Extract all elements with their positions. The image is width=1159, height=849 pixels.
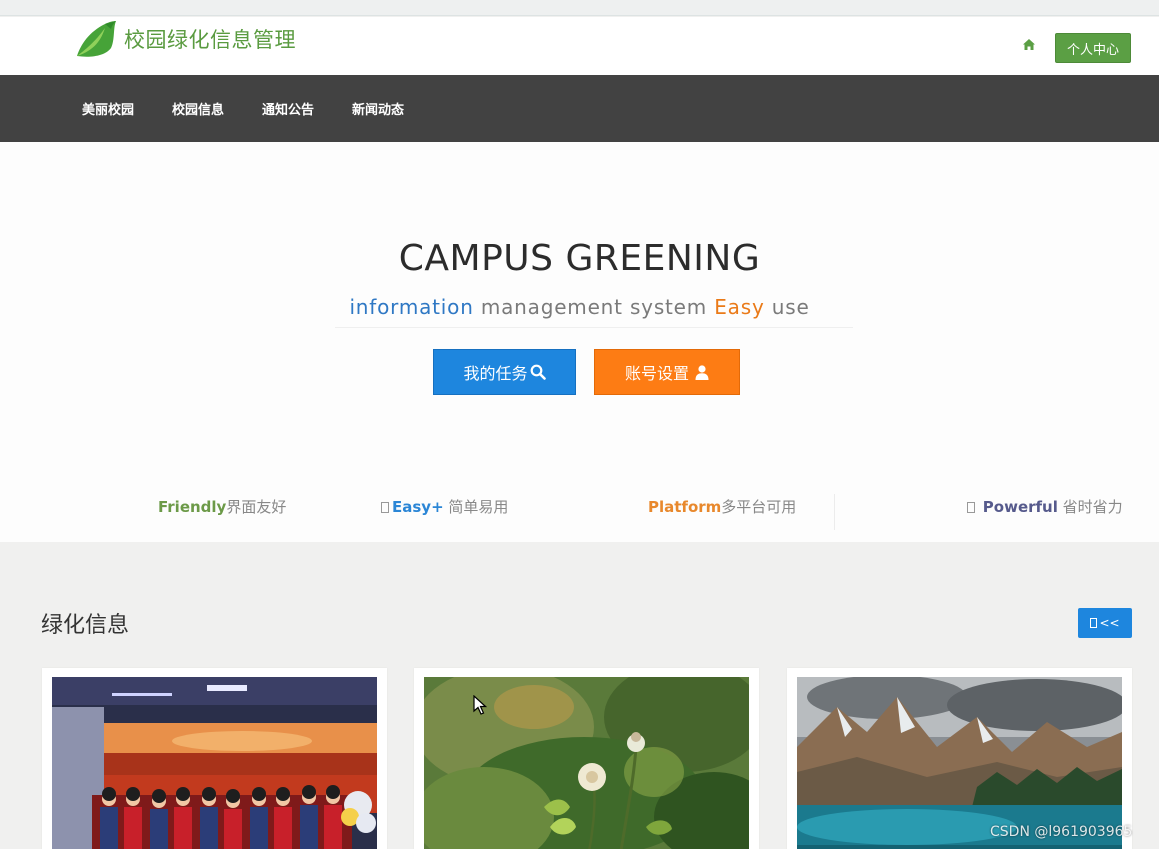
mouse-cursor-icon [473, 695, 487, 715]
feature-friendly-bold: Friendly [158, 498, 227, 516]
feature-divider [834, 494, 835, 530]
main-navbar: 美丽校园 校园信息 通知公告 新闻动态 [0, 75, 1159, 142]
csdn-watermark: CSDN @l961903965 [990, 824, 1133, 840]
nav-item-campus-info[interactable]: 校园信息 [172, 99, 224, 118]
info-card-3[interactable] [787, 668, 1132, 849]
hero-subtitle-information: information [349, 295, 474, 319]
back-button[interactable]: << [1078, 608, 1132, 638]
user-center-button[interactable]: 个人中心 [1055, 33, 1131, 63]
feature-easy-text: 简单易用 [443, 498, 509, 516]
feature-platform: Platform多平台可用 [648, 496, 796, 517]
account-settings-label: 账号设置 [624, 364, 689, 383]
hero-subtitle: information management system Easy use [0, 295, 1159, 319]
hero-title: CAMPUS GREENING [398, 238, 761, 279]
feature-platform-bold: Platform [648, 498, 722, 516]
feature-easy: Easy+ 简单易用 [381, 496, 508, 517]
nav-item-beautiful-campus[interactable]: 美丽校园 [82, 99, 134, 118]
hero-subtitle-easy: Easy [714, 295, 765, 319]
my-tasks-button[interactable]: 我的任务 [433, 349, 576, 395]
nav-item-notices[interactable]: 通知公告 [262, 99, 314, 118]
back-button-label: << [1099, 616, 1120, 630]
info-card-2[interactable] [414, 668, 759, 849]
feature-platform-text: 多平台可用 [721, 498, 797, 516]
leaf-logo-icon[interactable] [75, 20, 117, 58]
account-settings-button[interactable]: 账号设置 [594, 349, 740, 395]
hero-subtitle-middle: management system [473, 295, 715, 319]
site-title[interactable]: 校园绿化信息管理 [124, 24, 296, 54]
feature-friendly: Friendly界面友好 [158, 496, 286, 517]
nav-item-news[interactable]: 新闻动态 [352, 99, 404, 118]
search-icon [530, 364, 546, 380]
hero-banner: CAMPUS GREENING information management s… [0, 142, 1159, 542]
home-icon[interactable] [1023, 39, 1035, 50]
missing-glyph-icon [967, 502, 975, 513]
card-image-choir[interactable] [52, 677, 377, 849]
browser-top-strip [0, 0, 1159, 16]
hero-subtitle-use: use [764, 295, 810, 319]
missing-glyph-icon [381, 502, 389, 513]
info-card-1[interactable] [42, 668, 387, 849]
feature-powerful-text: 省时省力 [1057, 498, 1123, 516]
my-tasks-label: 我的任务 [463, 364, 528, 383]
feature-easy-bold: Easy+ [392, 498, 444, 516]
feature-friendly-text: 界面友好 [226, 498, 287, 516]
feature-powerful: Powerful 省时省力 [967, 496, 1123, 517]
site-header: 校园绿化信息管理 个人中心 [0, 17, 1159, 75]
feature-powerful-bold: Powerful [982, 498, 1058, 516]
user-icon [695, 364, 709, 380]
greening-info-title: 绿化信息 [41, 613, 130, 638]
hero-divider [335, 327, 853, 328]
missing-glyph-icon [1090, 618, 1098, 628]
